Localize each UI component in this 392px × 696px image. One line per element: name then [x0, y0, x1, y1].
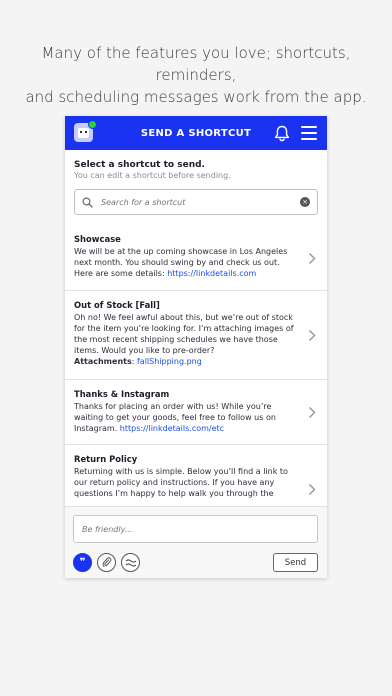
promo-caption: Many of the features you love; shortcuts…	[0, 42, 392, 108]
shortcut-name: Thanks & Instagram	[74, 389, 170, 399]
promo-line-2: and scheduling messages work from the ap…	[25, 88, 367, 106]
paperclip-icon[interactable]	[97, 553, 116, 572]
menu-icon[interactable]	[301, 126, 317, 140]
composer-tools: ❞	[73, 553, 140, 572]
shortcut-link[interactable]: https://linkdetails.com/etc	[120, 424, 224, 433]
shortcut-name: Out of Stock [Fall]	[74, 300, 160, 310]
chevron-right-icon	[308, 406, 316, 419]
logo-face-icon	[78, 128, 89, 138]
shortcut-text: Returning with us is simple. Below you’l…	[74, 467, 288, 498]
section-heading: Select a shortcut to send.	[74, 160, 205, 170]
online-status-dot	[88, 120, 97, 129]
message-input[interactable]	[82, 524, 309, 534]
shortcut-header: Select a shortcut to send. You can edit …	[65, 150, 327, 215]
shortcut-item-return-policy[interactable]: Return Policy Returning with us is simpl…	[65, 445, 327, 506]
quote-icon[interactable]: ❞	[73, 553, 92, 572]
chevron-right-icon	[308, 329, 316, 342]
search-input[interactable]	[101, 197, 300, 207]
send-button[interactable]: Send	[273, 553, 318, 572]
shortcut-item-out-of-stock[interactable]: Out of Stock [Fall] Oh no! We feel awful…	[65, 291, 327, 380]
shortcut-name: Showcase	[74, 234, 121, 244]
bell-icon[interactable]	[274, 125, 290, 142]
shortcut-list: Showcase We will be at the up coming sho…	[65, 225, 327, 506]
message-box	[73, 515, 318, 543]
message-composer: ❞ Send	[65, 506, 327, 578]
promo-line-1: Many of the features you love; shortcuts…	[41, 44, 351, 84]
app-screen: SEND A SHORTCUT Select a shortcut to sen…	[65, 116, 327, 578]
shortcut-text: Thanks for placing an order with us! Whi…	[74, 402, 276, 433]
attachment-label: Attachments	[74, 357, 132, 366]
shortcut-text: Oh no! We feel awful about this, but we’…	[74, 313, 294, 366]
clear-search-icon[interactable]: ×	[300, 197, 310, 207]
chevron-right-icon	[308, 483, 316, 496]
wave-icon[interactable]	[121, 553, 140, 572]
shortcut-name: Return Policy	[74, 454, 138, 464]
shortcut-link[interactable]: https://linkdetails.com	[167, 269, 256, 278]
shortcut-item-showcase[interactable]: Showcase We will be at the up coming sho…	[65, 225, 327, 291]
app-logo[interactable]	[74, 120, 97, 142]
shortcut-text: We will be at the up coming showcase in …	[74, 247, 288, 278]
search-icon	[82, 196, 93, 208]
top-bar: SEND A SHORTCUT	[65, 116, 327, 150]
shortcut-item-thanks-instagram[interactable]: Thanks & Instagram Thanks for placing an…	[65, 380, 327, 445]
attachment-file[interactable]: fallShipping.png	[137, 357, 202, 366]
search-box: ×	[74, 189, 318, 215]
chevron-right-icon	[308, 252, 316, 265]
section-subheading: You can edit a shortcut before sending.	[74, 171, 231, 180]
